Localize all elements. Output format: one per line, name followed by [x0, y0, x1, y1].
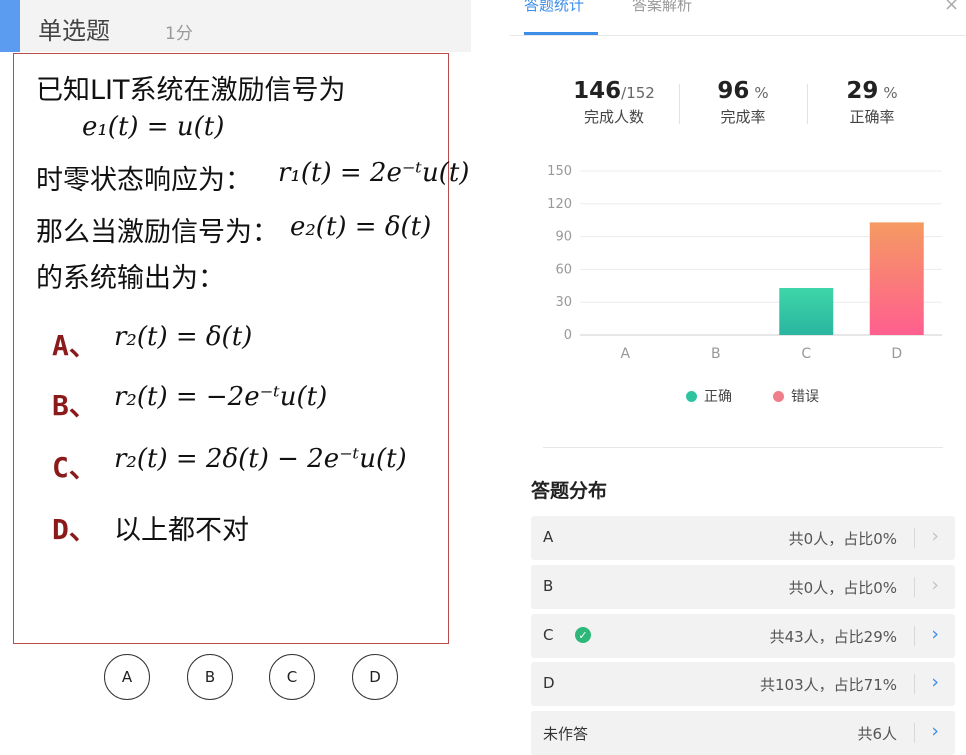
distribution-row-b[interactable]: B 共0人，占比0% ›: [531, 565, 955, 609]
row-option-stats: 共43人，占比29%: [769, 628, 897, 646]
y-tick-label: 120: [547, 197, 572, 212]
stat-completion-rate-label: 完成率: [720, 108, 766, 126]
y-tick-label: 60: [555, 262, 572, 277]
question-score: 1分: [165, 24, 193, 44]
legend-correct: 正确: [686, 386, 732, 406]
tab-answer-analysis[interactable]: 答案解析: [632, 0, 692, 15]
chevron-right-icon[interactable]: ›: [931, 525, 939, 547]
chevron-right-icon[interactable]: ›: [931, 623, 939, 645]
y-tick-label: 90: [555, 230, 572, 245]
legend-correct-label: 正确: [704, 389, 732, 405]
option-d-letter: D、: [52, 513, 97, 546]
x-tick-label: C: [801, 346, 811, 362]
row-option-stats: 共103人，占比71%: [760, 676, 897, 694]
row-separator: [914, 674, 915, 694]
stem-line-2: 时零状态响应为：: [36, 165, 252, 196]
chevron-right-icon[interactable]: ›: [931, 671, 939, 693]
question-header: 单选题 1分: [0, 0, 471, 52]
stem-line-1: 已知LIT系统在激励信号为: [36, 75, 346, 106]
stat-completed-total: /152: [621, 84, 655, 102]
row-option-name: 未作答: [543, 725, 589, 743]
distribution-title: 答题分布: [531, 480, 608, 502]
answer-button-b[interactable]: B: [187, 654, 233, 700]
row-option-name: C: [543, 626, 554, 644]
option-c-formula: r₂(t) = 2δ(t) − 2e⁻ᵗu(t): [114, 444, 407, 474]
math-r1: r₁(t) = 2e⁻ᵗu(t): [278, 158, 470, 188]
stem-line-3: 那么当激励信号为：: [36, 217, 279, 248]
math-e2: e₂(t) = δ(t): [290, 212, 432, 242]
y-tick-label: 150: [547, 164, 572, 179]
row-separator: [914, 723, 915, 743]
row-separator: [914, 577, 915, 597]
option-a-formula: r₂(t) = δ(t): [114, 322, 253, 352]
stat-completion-rate-unit: %: [754, 84, 769, 102]
distribution-row-unanswered[interactable]: 未作答 共6人 ›: [531, 711, 955, 755]
option-a-letter: A、: [52, 329, 97, 362]
stat-completed-count: 146: [573, 78, 622, 104]
legend-wrong: 错误: [773, 386, 819, 406]
distribution-row-d[interactable]: D 共103人，占比71% ›: [531, 662, 955, 706]
row-option-stats: 共6人: [857, 725, 897, 743]
stat-separator: [807, 84, 808, 124]
tab-bar: 答题统计 答案解析: [510, 0, 966, 36]
stat-completed: 146/152 完成人数: [554, 78, 674, 127]
chevron-right-icon[interactable]: ›: [931, 574, 939, 596]
question-type: 单选题: [38, 17, 110, 45]
answer-button-d[interactable]: D: [352, 654, 398, 700]
y-tick-label: 30: [555, 295, 572, 310]
x-tick-label: A: [620, 346, 630, 362]
row-option-stats: 共0人，占比0%: [788, 579, 897, 597]
row-option-name: B: [543, 577, 554, 595]
distribution-row-a[interactable]: A 共0人，占比0% ›: [531, 516, 955, 560]
y-tick-label: 0: [564, 328, 572, 343]
question-content: 已知LIT系统在激励信号为 e₁(t) = u(t) 时零状态响应为： r₁(t…: [13, 53, 469, 644]
section-divider: [543, 447, 943, 448]
stat-completion-rate: 96 % 完成率: [683, 78, 803, 127]
answer-bar-chart: 0 30 60 90 120 150 A B C D: [547, 164, 942, 362]
row-option-name: D: [543, 674, 555, 692]
option-d-text: 以上都不对: [114, 515, 249, 546]
bar-d: [869, 222, 924, 335]
close-icon[interactable]: ×: [944, 0, 959, 15]
row-separator: [914, 626, 915, 646]
stat-completion-rate-value: 96: [717, 78, 750, 104]
distribution-row-c[interactable]: C ✓ 共43人，占比29% ›: [531, 614, 955, 658]
chevron-right-icon[interactable]: ›: [931, 720, 939, 742]
header-accent-bar: [0, 0, 20, 52]
answer-button-a[interactable]: A: [104, 654, 150, 700]
stem-line-4: 的系统输出为：: [36, 263, 225, 294]
option-c-letter: C、: [52, 451, 97, 484]
stat-correct-rate-unit: %: [883, 84, 898, 102]
check-circle-icon: ✓: [575, 627, 591, 643]
option-b-letter: B、: [52, 389, 97, 422]
row-separator: [914, 528, 915, 548]
legend-wrong-dot: [773, 390, 784, 402]
row-option-name: A: [543, 528, 554, 546]
stat-separator: [679, 84, 680, 124]
legend-correct-dot: [686, 390, 697, 402]
stat-correct-rate-label: 正确率: [849, 108, 895, 126]
answer-button-c[interactable]: C: [269, 654, 315, 700]
math-e1: e₁(t) = u(t): [82, 112, 225, 142]
active-tab-indicator: [524, 32, 598, 35]
row-option-stats: 共0人，占比0%: [788, 530, 897, 548]
legend-wrong-label: 错误: [791, 389, 819, 405]
bar-c: [779, 287, 834, 335]
x-tick-label: D: [891, 346, 902, 362]
option-b-formula: r₂(t) = −2e⁻ᵗu(t): [114, 382, 328, 412]
stat-correct-rate-value: 29: [846, 78, 879, 104]
x-tick-label: B: [711, 346, 721, 362]
stat-correct-rate: 29 % 正确率: [812, 78, 932, 127]
tab-answer-stats[interactable]: 答题统计: [524, 0, 584, 15]
stat-completed-label: 完成人数: [583, 108, 644, 126]
